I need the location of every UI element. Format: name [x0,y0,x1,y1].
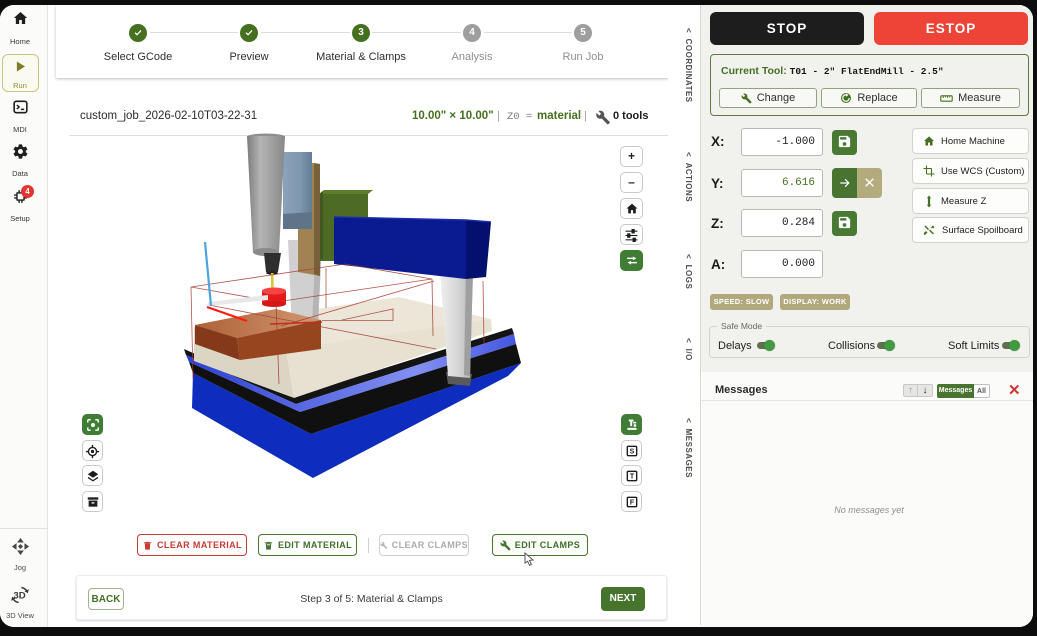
svg-text:F: F [629,500,634,507]
svg-text:S: S [629,449,634,456]
svg-text:T: T [629,474,634,481]
